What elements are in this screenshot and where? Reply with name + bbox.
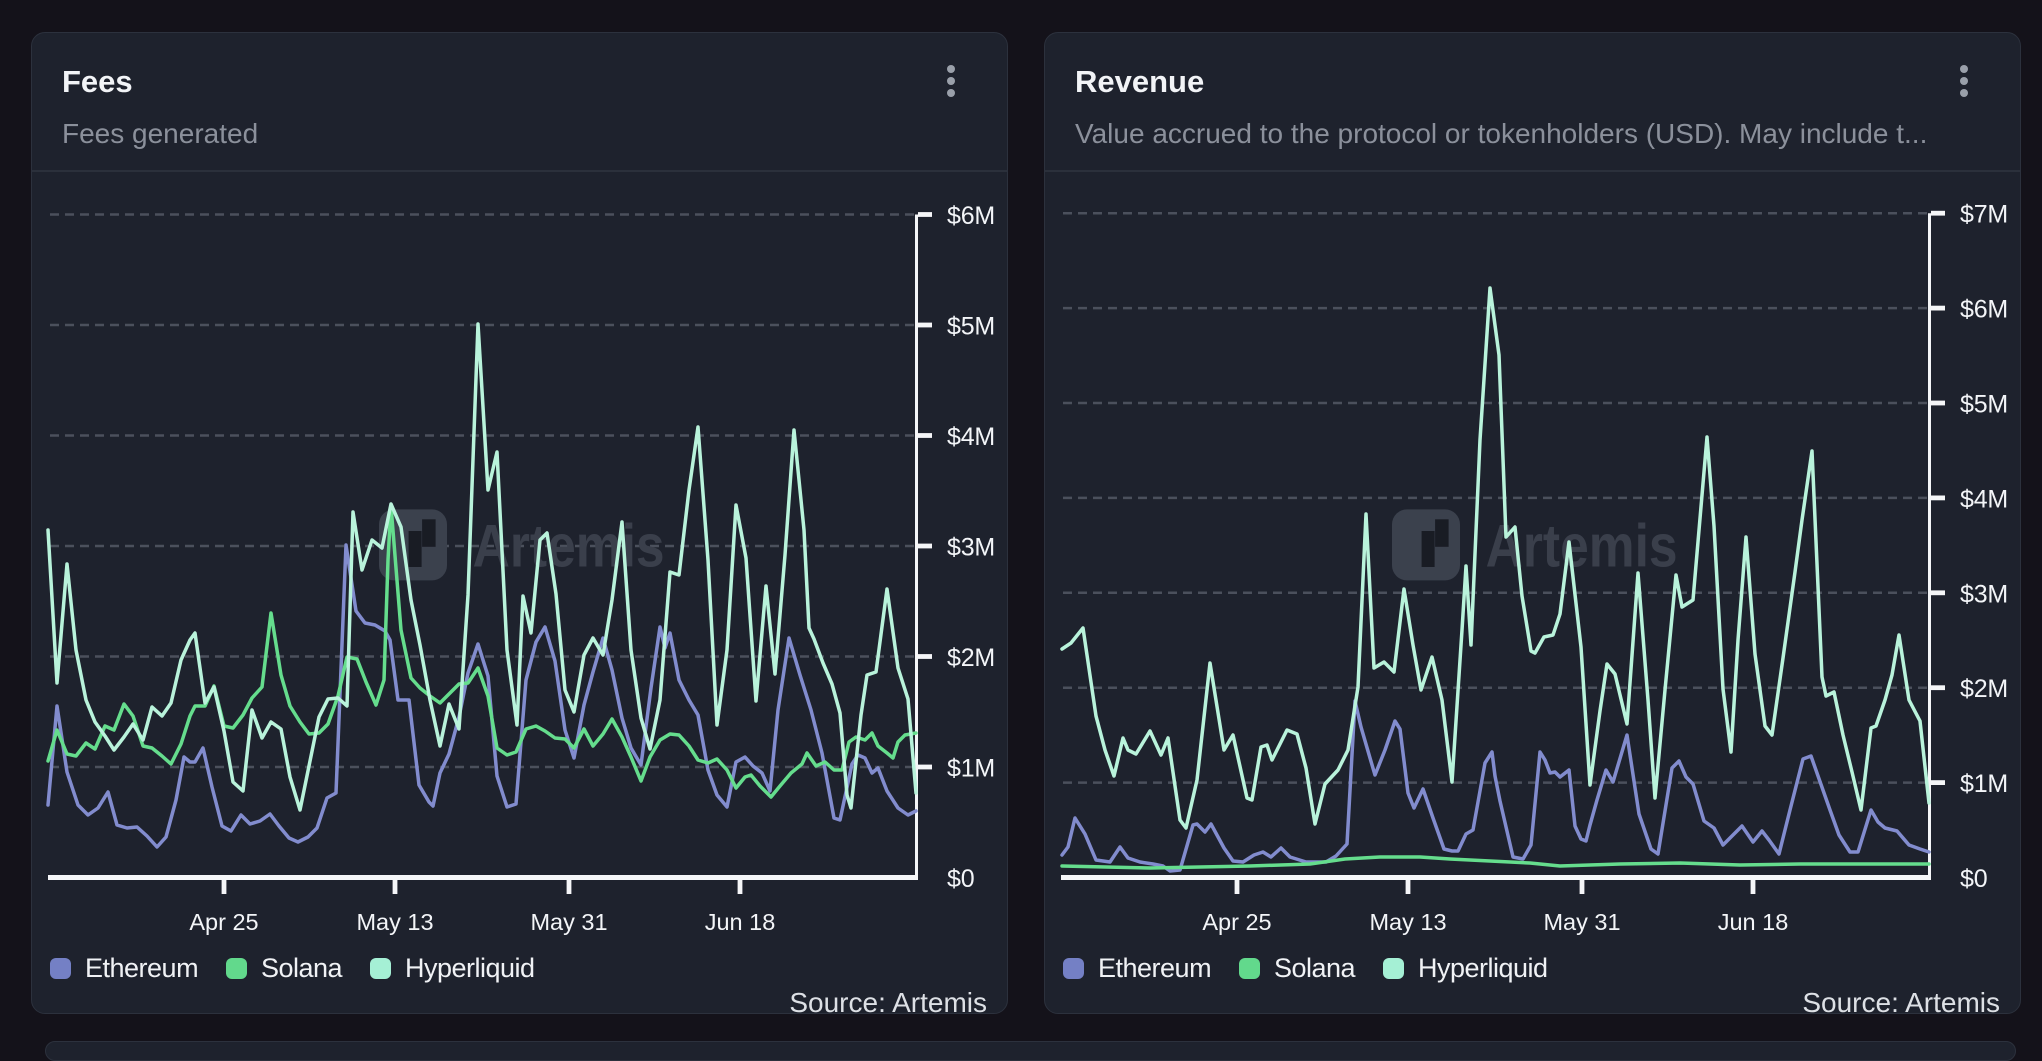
svg-text:$5M: $5M (1960, 391, 2008, 419)
svg-text:Artemis: Artemis (1486, 511, 1678, 579)
svg-text:Apr 25: Apr 25 (189, 909, 258, 935)
svg-text:$3M: $3M (1960, 580, 2008, 608)
svg-text:May 13: May 13 (1369, 909, 1446, 935)
svg-text:May 31: May 31 (530, 909, 607, 935)
svg-text:May 13: May 13 (356, 909, 433, 935)
svg-text:$2M: $2M (947, 644, 995, 672)
svg-text:$1M: $1M (1960, 770, 2008, 798)
svg-text:Ethereum: Ethereum (85, 953, 198, 983)
svg-text:Jun 18: Jun 18 (705, 909, 776, 935)
svg-text:Hyperliquid: Hyperliquid (405, 953, 535, 983)
svg-text:Hyperliquid: Hyperliquid (1418, 953, 1548, 983)
svg-text:$2M: $2M (1960, 675, 2008, 703)
svg-text:Solana: Solana (261, 953, 344, 983)
svg-text:$4M: $4M (1960, 485, 2008, 513)
svg-text:$7M: $7M (1960, 201, 2008, 229)
svg-text:$3M: $3M (947, 534, 995, 562)
svg-text:$0: $0 (947, 865, 974, 893)
svg-text:Ethereum: Ethereum (1098, 953, 1211, 983)
svg-text:$0: $0 (1960, 865, 1987, 893)
svg-text:$6M: $6M (947, 202, 995, 230)
svg-text:$6M: $6M (1960, 296, 2008, 324)
svg-text:May 31: May 31 (1543, 909, 1620, 935)
svg-text:$1M: $1M (947, 755, 995, 783)
svg-text:$4M: $4M (947, 423, 995, 451)
svg-text:Jun 18: Jun 18 (1718, 909, 1789, 935)
svg-text:Solana: Solana (1274, 953, 1357, 983)
svg-text:Apr 25: Apr 25 (1202, 909, 1271, 935)
svg-text:$5M: $5M (947, 313, 995, 341)
